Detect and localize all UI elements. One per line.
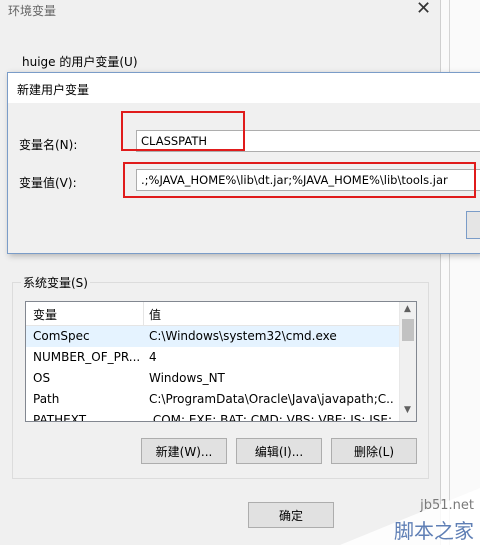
highlight-box-name [121,111,245,151]
scroll-thumb[interactable] [402,319,414,341]
table-row[interactable]: OS Windows_NT [26,368,399,389]
watermark-site: jb51.net [420,498,474,513]
variable-value: Windows_NT [149,371,225,385]
scroll-up-icon[interactable]: ▲ [404,304,411,314]
close-icon[interactable]: ✕ [416,0,431,19]
system-variables-group-label: 系统变量(S) [21,274,90,291]
table-row[interactable]: NUMBER_OF_PR... 4 [26,347,399,368]
system-new-button[interactable]: 新建(W)... [141,438,227,464]
table-header: 变量 值 [26,302,399,326]
dialog-title: 新建用户变量 [17,83,90,97]
variable-name: PATHEXT [33,413,87,422]
variable-value: 4 [149,350,157,364]
window-title: 环境变量 [8,4,57,18]
vertical-scrollbar[interactable]: ▲ ▼ [399,302,416,421]
watermark-name: 脚本之家 [394,519,474,543]
column-header-variable[interactable]: 变量 [33,306,57,323]
highlight-box-value [123,162,476,198]
variable-value-label: 变量值(V): [19,176,77,190]
variable-name: ComSpec [33,329,90,343]
variable-value: C:\Windows\system32\cmd.exe [149,329,337,343]
variable-name: NUMBER_OF_PR... [33,350,141,364]
variable-name: Path [33,392,60,406]
variable-value: .COM;.EXE;.BAT;.CMD;.VBS;.VBE;.JS;.JSE;.… [149,413,394,422]
variable-name-label: 变量名(N): [19,138,78,152]
variable-name: OS [33,371,51,385]
column-header-value[interactable]: 值 [149,306,161,323]
scroll-down-icon[interactable]: ▼ [404,405,411,415]
system-delete-button[interactable]: 删除(L) [331,438,417,464]
user-variables-group-label: huige 的用户变量(U) [22,55,138,69]
dialog-ok-button-partial[interactable] [466,211,480,239]
ok-button[interactable]: 确定 [248,502,334,528]
variable-value: C:\ProgramData\Oracle\Java\javapath;C... [149,392,394,406]
watermark: jb51.net 脚本之家 [340,488,480,545]
system-edit-button[interactable]: 编辑(I)... [236,438,322,464]
table-row[interactable]: PATHEXT .COM;.EXE;.BAT;.CMD;.VBS;.VBE;.J… [26,410,399,422]
new-user-variable-dialog: 新建用户变量 变量名(N): 变量值(V): CLASSPATH .;%JAVA… [7,72,480,254]
table-row[interactable]: ComSpec C:\Windows\system32\cmd.exe [26,326,399,347]
system-variables-table[interactable]: 变量 值 ComSpec C:\Windows\system32\cmd.exe… [25,301,417,422]
table-row[interactable]: Path C:\ProgramData\Oracle\Java\javapath… [26,389,399,410]
